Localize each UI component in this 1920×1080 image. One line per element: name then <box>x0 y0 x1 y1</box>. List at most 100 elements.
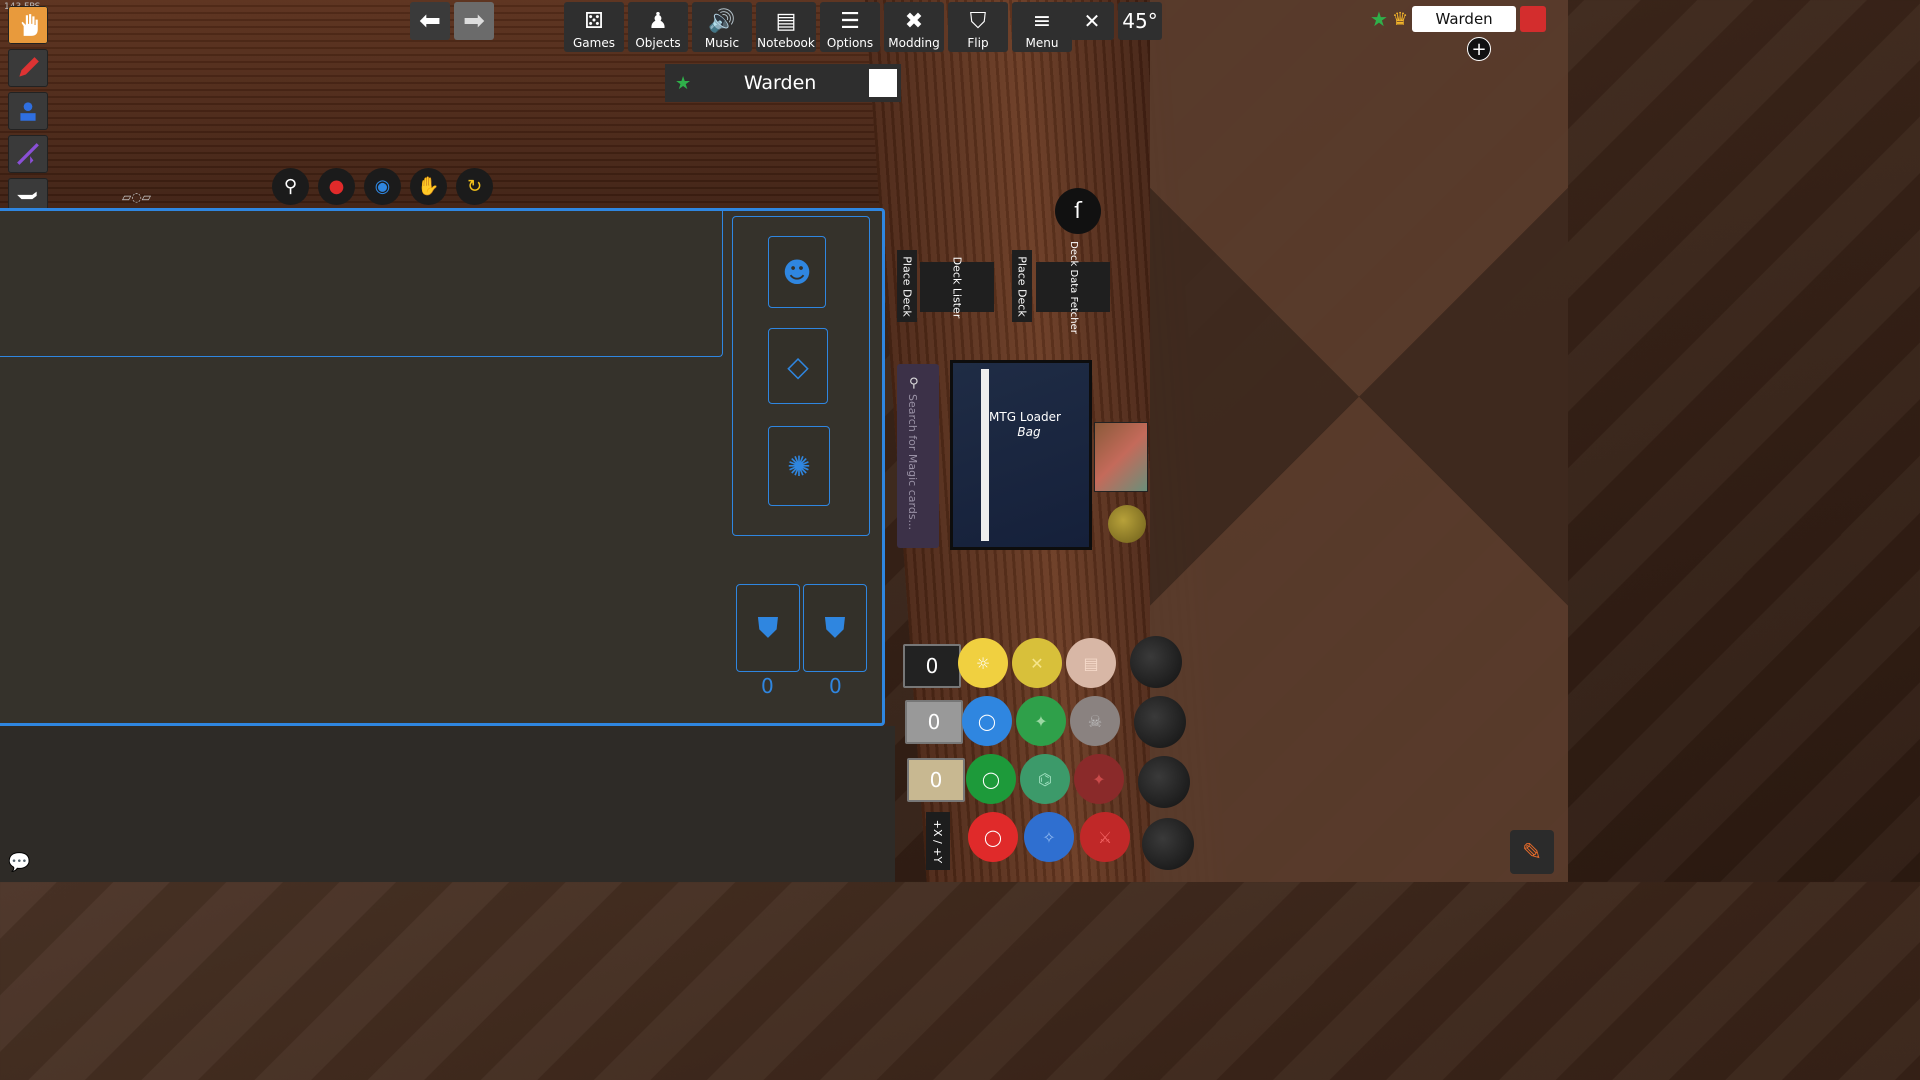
gold-pouch[interactable] <box>1108 505 1146 543</box>
chat-icon[interactable]: 💬 <box>8 852 30 873</box>
hand-icon <box>21 14 38 36</box>
deck-lister-button[interactable]: Deck Lister <box>920 256 994 318</box>
eye-icon[interactable]: ◉ <box>364 168 401 205</box>
counter-slot-left[interactable]: ⛊ <box>736 584 800 672</box>
counter-slot-right[interactable]: ⛊ <box>803 584 867 672</box>
blue-mana-token[interactable]: ◯ <box>962 696 1012 746</box>
hamburger-icon: ≡ <box>1032 9 1052 34</box>
mtg-loader-bag[interactable]: MTG Loader Bag <box>950 360 1092 550</box>
notebook-icon: ▤ <box>775 9 797 34</box>
yellow-swirl-icon[interactable]: ↻ <box>456 168 493 205</box>
player-name[interactable]: Warden <box>1412 6 1517 32</box>
skull-icon: ☻ <box>782 255 812 289</box>
speaker-icon: 🔊 <box>708 9 736 34</box>
red-mana-icon[interactable]: ● <box>318 168 355 205</box>
counter-card-3[interactable]: 0 <box>907 758 965 802</box>
search-wand-icon[interactable]: ⚲ <box>272 168 309 205</box>
gold-token[interactable]: ✕ <box>1012 638 1062 688</box>
xy-counter[interactable]: +X / +Y <box>926 812 950 870</box>
counter-card-2[interactable]: 0 <box>905 700 963 744</box>
skull-icon: ☠ <box>1087 711 1103 731</box>
place-deck-button-1[interactable]: Place Deck <box>897 250 917 322</box>
black-bag-4[interactable] <box>1142 818 1194 870</box>
sun-icon: ☼ <box>975 653 991 673</box>
card-search-input[interactable]: ⚲ Search for Magic cards... <box>897 364 939 548</box>
bag-subtitle: Bag <box>1017 425 1041 439</box>
star-icon: ★ <box>675 72 692 94</box>
feather-icon: ✧ <box>1042 827 1056 847</box>
red-mana-token[interactable]: ◯ <box>968 812 1018 862</box>
black-bag-1[interactable] <box>1130 636 1182 688</box>
exile-slot[interactable]: ✺ <box>768 426 830 506</box>
camera-controls: ✕ 45° <box>1070 2 1162 40</box>
library-slot[interactable]: ☻ <box>768 236 826 308</box>
magnifier-icon: ⚲ <box>909 376 919 391</box>
zone-tool-button[interactable] <box>8 92 48 130</box>
green-hand-icon[interactable]: ✋ <box>410 168 447 205</box>
white-mana-token[interactable]: ☼ <box>958 638 1008 688</box>
grab-tool-button[interactable] <box>8 6 48 44</box>
modding-button[interactable]: ✖ Modding <box>884 2 944 52</box>
draw-tool-button[interactable] <box>8 49 48 87</box>
add-player-icon[interactable]: + <box>1467 37 1491 61</box>
sword-icon: ⚔ <box>1097 827 1113 847</box>
card-art[interactable] <box>1094 422 1148 492</box>
green-mana-token[interactable]: ◯ <box>966 754 1016 804</box>
seat-color-swatch[interactable] <box>869 69 897 97</box>
pencil-disabled-icon[interactable]: ✎ <box>1510 830 1554 874</box>
arrow-right-icon: ➡ <box>463 6 485 36</box>
scroll-token[interactable]: ſ <box>1055 188 1101 234</box>
player-nameplate: ★ ♛ Warden <box>1370 6 1547 32</box>
line-tool-button[interactable] <box>8 135 48 173</box>
pawn-icon: ♟ <box>648 9 668 34</box>
games-button[interactable]: ⚄ Games <box>564 2 624 52</box>
dice-icon: ⚄ <box>584 9 604 34</box>
person-zone-icon <box>20 102 36 121</box>
notebook-button[interactable]: ▤ Notebook <box>756 2 816 52</box>
seat-name: Warden <box>743 72 817 94</box>
card-stack-icon: ◇ <box>787 349 809 383</box>
place-deck-button-2[interactable]: Place Deck <box>1012 250 1032 322</box>
counter-left-value: 0 <box>761 674 774 698</box>
music-button[interactable]: 🔊 Music <box>692 2 752 52</box>
seat-banner: ★ Warden <box>665 64 901 102</box>
scroll-icon: ▤ <box>1083 653 1099 673</box>
deck-slot[interactable]: ◇ <box>768 328 828 404</box>
gray-skull-token[interactable]: ☠ <box>1070 696 1120 746</box>
green-rune-token[interactable]: ⌬ <box>1020 754 1070 804</box>
red-sword-token[interactable]: ⚔ <box>1080 812 1130 862</box>
shirt-icon: ⛊ <box>824 611 846 644</box>
counter-card-1[interactable]: 0 <box>903 644 961 688</box>
deck-data-fetcher-button[interactable]: Deck Data Fetcher <box>1036 241 1110 333</box>
red-leaf-token[interactable]: ✦ <box>1074 754 1124 804</box>
table-below-mat <box>0 726 895 882</box>
playmat-zone-top <box>0 210 723 357</box>
redo-button[interactable]: ➡ <box>454 2 494 40</box>
flip-button[interactable]: ⛉ Flip <box>948 2 1008 52</box>
line-arrow-icon <box>17 143 39 165</box>
undo-button[interactable]: ⬅ <box>410 2 450 40</box>
blue-feather-token[interactable]: ✧ <box>1024 812 1074 862</box>
rune-icon: ⌬ <box>1038 769 1052 789</box>
crown-icon: ♛ <box>1391 8 1409 30</box>
shirt-icon: ⛊ <box>757 611 779 644</box>
scroll-token-pale[interactable]: ▤ <box>1066 638 1116 688</box>
menu-button[interactable]: ≡ Menu <box>1012 2 1072 52</box>
green-leaf-token[interactable]: ✦ <box>1016 696 1066 746</box>
card-pile-icons[interactable]: ▱◌▱ <box>122 190 151 204</box>
arrow-left-icon: ⬅ <box>419 6 441 36</box>
leaf-icon: ✦ <box>1034 711 1048 731</box>
player-color-chip[interactable] <box>1520 6 1547 32</box>
flick-hand-icon <box>17 191 37 200</box>
black-bag-2[interactable] <box>1134 696 1186 748</box>
camera-mode-button[interactable]: ✕ <box>1070 2 1114 40</box>
person-arms-icon: ✕ <box>1083 9 1101 33</box>
drop-icon: ◯ <box>978 711 996 731</box>
black-bag-3[interactable] <box>1138 756 1190 808</box>
search-placeholder: Search for Magic cards... <box>906 394 919 531</box>
pencil-icon <box>19 57 39 77</box>
camera-angle-button[interactable]: 45° <box>1118 2 1162 40</box>
bag-title: MTG Loader <box>989 410 1061 424</box>
objects-button[interactable]: ♟ Objects <box>628 2 688 52</box>
options-button[interactable]: ☰ Options <box>820 2 880 52</box>
